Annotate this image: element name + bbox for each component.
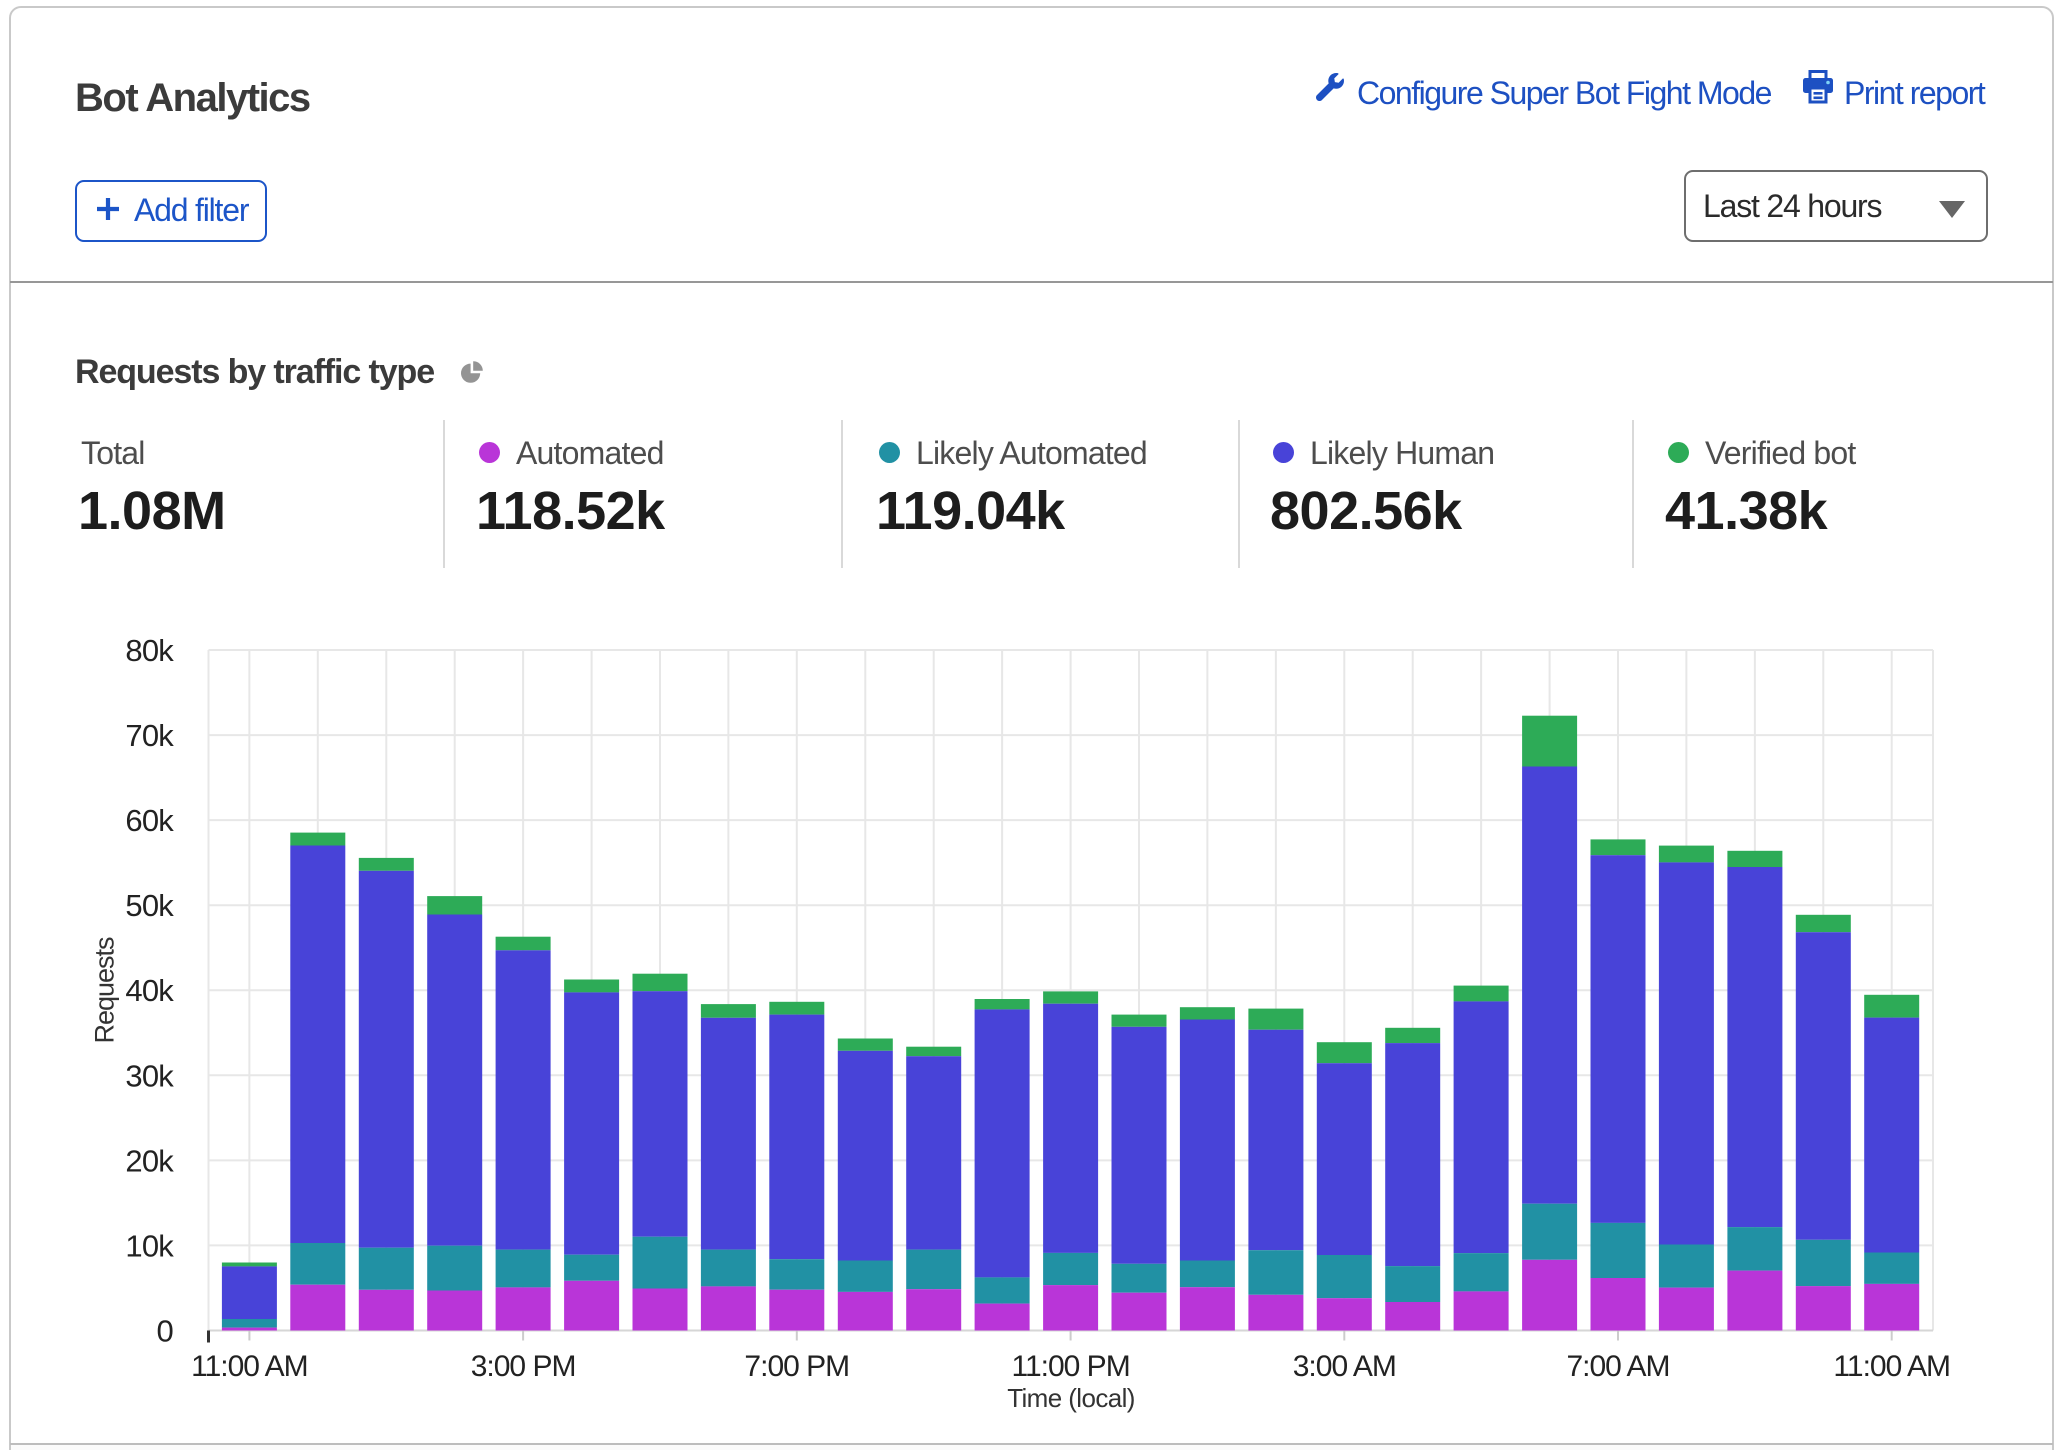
svg-text:3:00 AM: 3:00 AM xyxy=(1293,1350,1396,1383)
svg-text:0: 0 xyxy=(157,1314,174,1349)
svg-text:3:00 PM: 3:00 PM xyxy=(471,1350,576,1383)
svg-text:10k: 10k xyxy=(125,1228,174,1263)
svg-text:7:00 PM: 7:00 PM xyxy=(744,1350,849,1383)
svg-text:11:00 PM: 11:00 PM xyxy=(1012,1350,1130,1383)
svg-text:30k: 30k xyxy=(125,1058,174,1093)
svg-text:80k: 80k xyxy=(125,633,174,668)
svg-text:7:00 AM: 7:00 AM xyxy=(1566,1350,1669,1383)
svg-text:11:00 AM: 11:00 AM xyxy=(191,1350,308,1383)
svg-text:Requests: Requests xyxy=(90,937,120,1044)
svg-text:40k: 40k xyxy=(125,973,174,1008)
svg-text:Time (local): Time (local) xyxy=(1007,1383,1135,1413)
svg-text:60k: 60k xyxy=(125,803,174,838)
svg-text:70k: 70k xyxy=(125,718,174,753)
svg-text:50k: 50k xyxy=(125,888,174,923)
svg-text:11:00 AM: 11:00 AM xyxy=(1833,1350,1950,1383)
svg-text:20k: 20k xyxy=(125,1143,174,1178)
